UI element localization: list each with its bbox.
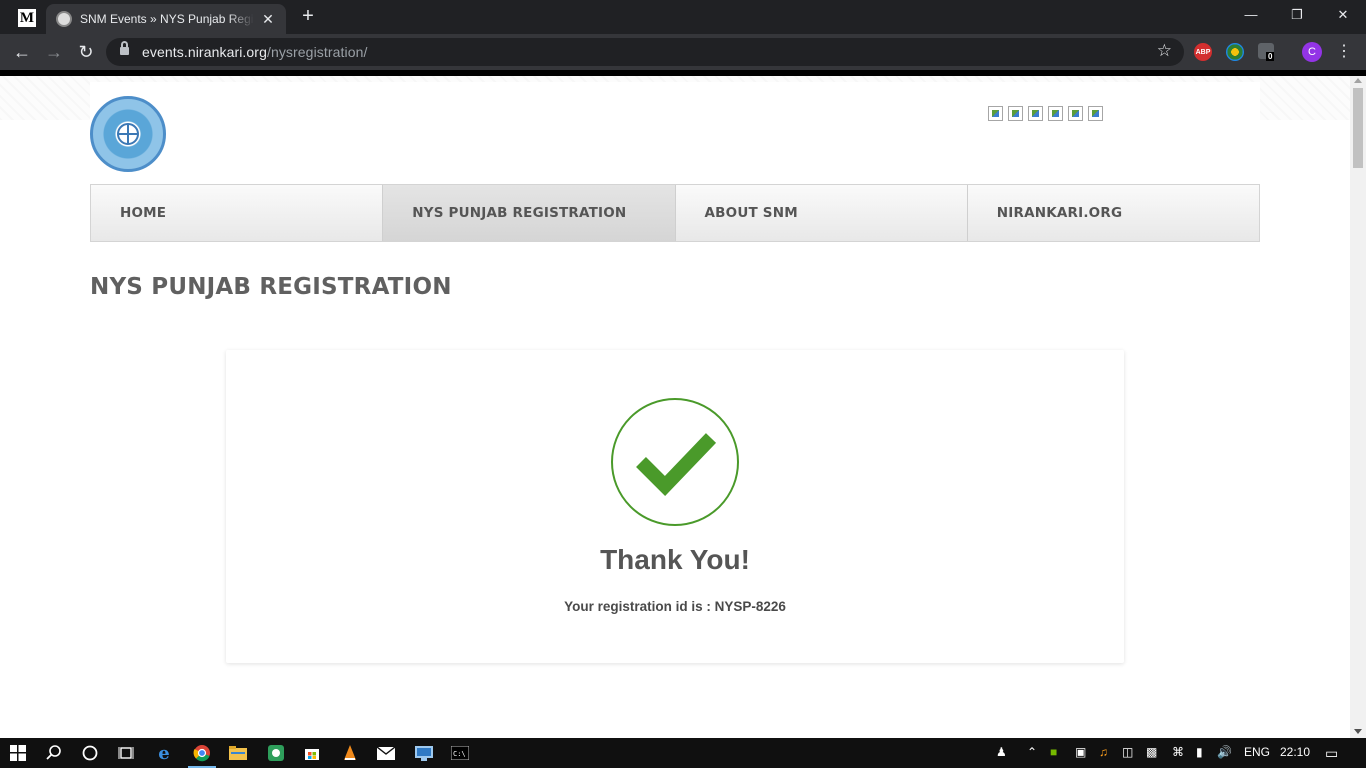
adblock-plus-icon[interactable]: ABP [1194,43,1212,61]
confirmation-card: Thank You! Your registration id is : NYS… [226,350,1124,663]
social-icon[interactable] [1028,106,1043,121]
tab-close-icon[interactable]: ✕ [260,11,276,28]
active-tab[interactable]: SNM Events » NYS Punjab Registration ✕ [46,4,286,34]
minimize-button[interactable]: — [1228,0,1274,30]
main-navigation: HOME NYS PUNJAB REGISTRATION ABOUT SNM NIRA… [90,184,1260,242]
back-arrow-icon[interactable]: ← [10,40,34,64]
scroll-down-arrow-icon[interactable] [1354,729,1362,734]
new-tab-button[interactable]: + [296,6,320,28]
volume-icon[interactable]: 🔊 [1217,745,1232,759]
site-header [90,82,1260,182]
social-icon[interactable] [1088,106,1103,121]
vlc-icon[interactable] [340,743,360,763]
medium-icon: M [18,9,36,27]
profile-avatar[interactable]: C [1302,42,1322,62]
edge-icon[interactable]: e [154,743,174,764]
browser-tab-strip: M SNM Events » NYS Punjab Registration ✕… [0,0,1366,34]
app-green-icon[interactable] [266,743,286,763]
social-icon[interactable] [1068,106,1083,121]
nav-item-nirankari-org[interactable]: NIRANKARI.ORG [967,185,1259,241]
wifi-icon[interactable]: ⌘ [1172,745,1184,759]
extension-counter-icon[interactable]: 0 [1258,43,1275,61]
scroll-up-arrow-icon[interactable] [1354,78,1362,83]
clock[interactable]: 22:10 [1280,745,1310,759]
windows-taskbar: e C:\ ♟ ⌃ ■ ▣ ♫ ◫ ▩ ⌘ ▮ 🔊 ENG 22:10 ▭ [0,738,1366,768]
forward-arrow-icon[interactable]: → [42,40,66,64]
language-indicator[interactable]: ENG [1244,745,1270,759]
bookmark-star-icon[interactable]: ☆ [1157,41,1172,61]
mail-icon[interactable] [376,743,396,763]
remote-desktop-icon[interactable] [414,743,434,763]
music-app-icon[interactable]: ♫ [1099,745,1108,759]
tab-title: SNM Events » NYS Punjab Registration [80,12,254,26]
site-favicon-icon [56,11,72,27]
social-icon[interactable] [1048,106,1063,121]
nav-item-about-snm[interactable]: ABOUT SNM [675,185,968,241]
address-bar[interactable]: events.nirankari.org/nysregistration/ ☆ [106,38,1184,66]
pinned-tab[interactable]: M [10,6,44,30]
command-prompt-icon[interactable]: C:\ [450,743,470,763]
reload-icon[interactable]: ↻ [74,40,98,64]
extension-globe-icon[interactable] [1226,43,1244,61]
nav-item-nys-punjab-registration[interactable]: NYS PUNJAB REGISTRATION [383,185,676,241]
page-scrollbar[interactable] [1350,76,1366,738]
svg-text:C:\: C:\ [453,750,466,758]
social-icon[interactable] [1008,106,1023,121]
camera-icon[interactable]: ▣ [1075,745,1086,759]
scroll-thumb[interactable] [1353,88,1363,168]
globe-icon [117,123,139,145]
windows-start-icon[interactable] [8,743,28,763]
social-icon[interactable] [988,106,1003,121]
lock-icon [120,41,129,57]
usb-device-icon[interactable]: ◫ [1122,745,1133,759]
restore-button[interactable]: ❐ [1274,0,1320,30]
extension-badge: 0 [1266,52,1275,61]
browser-toolbar: ← → ↻ events.nirankari.org/nysregistrati… [0,34,1366,70]
battery-icon[interactable]: ▮ [1196,745,1203,759]
success-check-icon [611,398,739,526]
url-path: /nysregistration/ [266,44,368,60]
close-window-button[interactable]: ✕ [1320,0,1366,30]
web-page: HOME NYS PUNJAB REGISTRATION ABOUT SNM NIRA… [0,76,1350,738]
nvidia-icon[interactable]: ■ [1050,745,1057,759]
cortana-icon[interactable] [80,743,100,763]
nirankari-logo[interactable] [90,96,166,172]
browser-menu-icon[interactable]: ⋮ [1336,42,1352,62]
thank-you-heading: Thank You! [600,544,750,575]
display-icon[interactable]: ▩ [1146,745,1157,759]
url-text: events.nirankari.org/nysregistration/ [142,44,367,60]
search-icon[interactable] [44,743,64,763]
page-title: NYS PUNJAB REGISTRATION [90,274,452,300]
people-icon[interactable]: ♟ [996,745,1007,759]
nav-item-home[interactable]: HOME [91,185,384,241]
registration-id-message: Your registration id is : NYSP-8226 [564,599,786,614]
url-host: events.nirankari.org [142,44,267,60]
store-icon[interactable] [302,743,322,763]
file-explorer-icon[interactable] [228,743,248,763]
action-center-icon[interactable]: ▭ [1325,745,1338,762]
chrome-icon[interactable] [192,743,212,763]
show-hidden-icons-chevron-icon[interactable]: ⌃ [1027,745,1037,759]
task-view-icon[interactable] [116,743,136,763]
